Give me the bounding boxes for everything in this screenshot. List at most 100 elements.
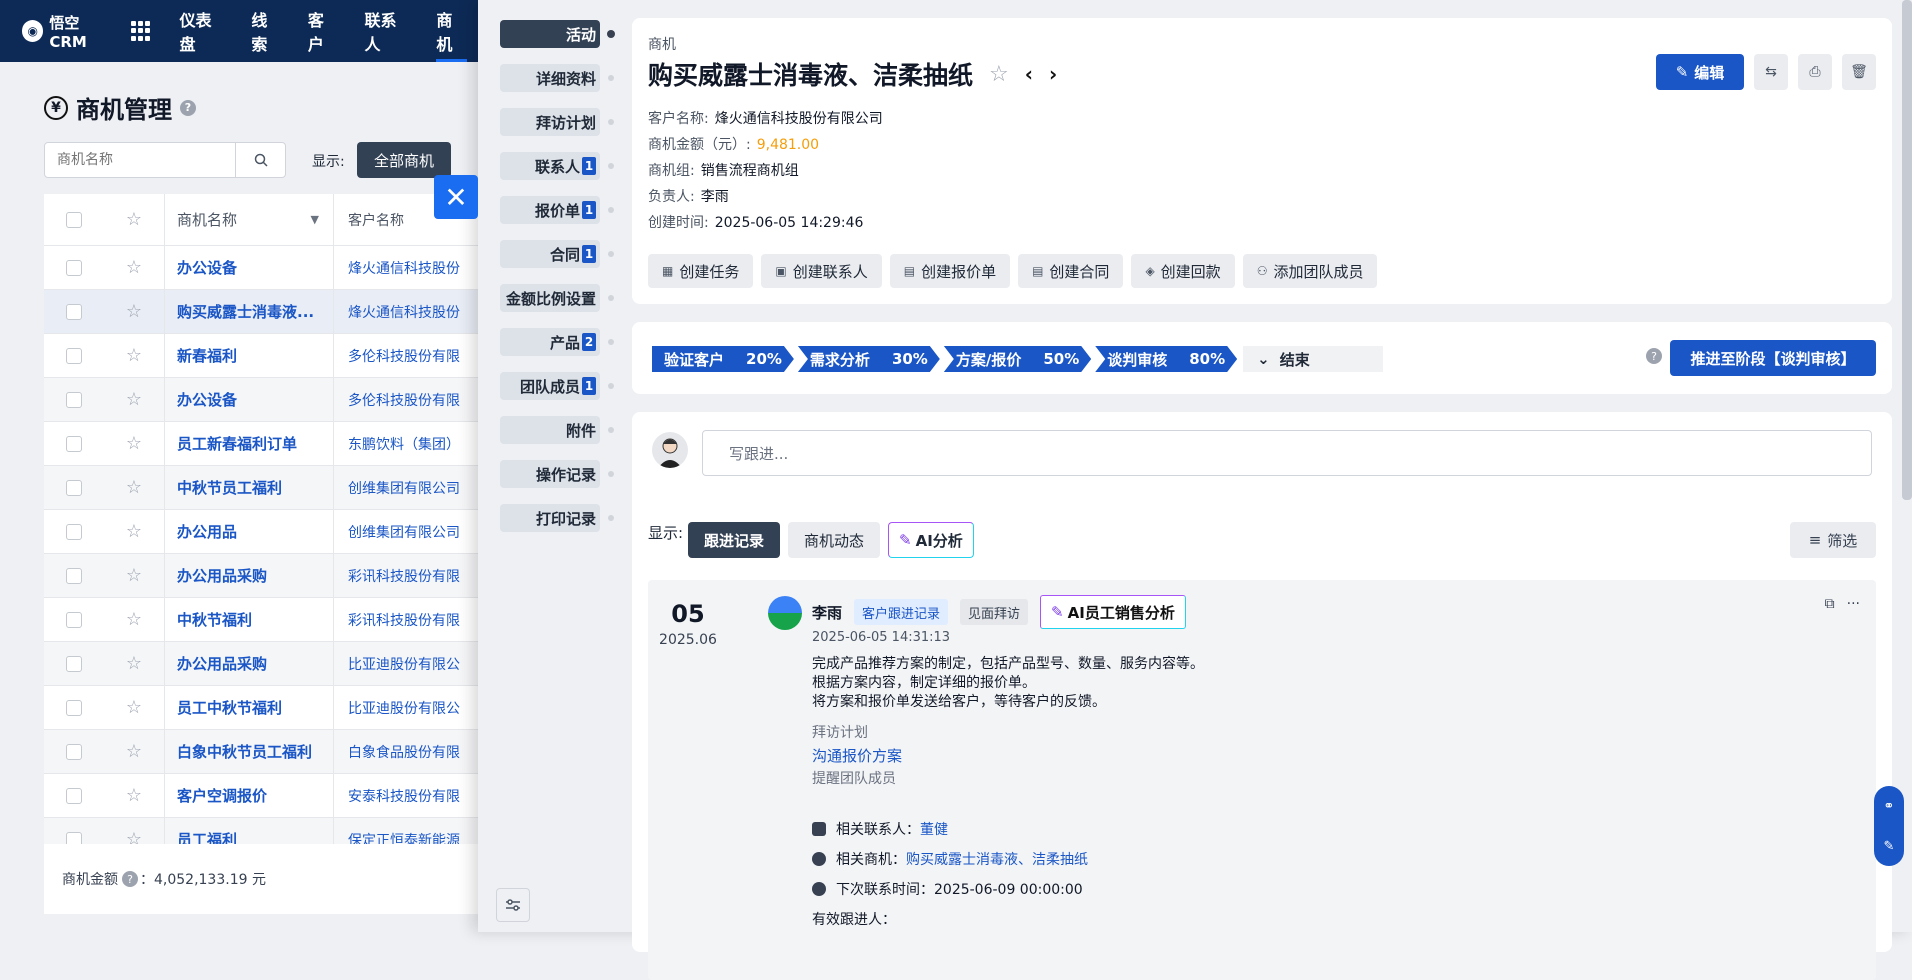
column-header-name[interactable]: 商机名称 ▼ [164,194,334,245]
row-checkbox[interactable] [66,523,82,540]
row-checkbox[interactable] [66,743,82,760]
row-checkbox[interactable] [66,655,82,672]
search-icon[interactable] [235,143,285,177]
related-opportunity-link[interactable]: 购买威露士消毒液、洁柔抽纸 [906,852,1088,868]
advance-stage-button[interactable]: 推进至阶段【谈判审核】 [1670,340,1876,376]
create-contact-button[interactable]: ▣ 创建联系人 [761,254,882,288]
ai-sales-analysis-button[interactable]: ✎ AI员工销售分析 [1040,595,1186,629]
prev-arrow-icon[interactable]: ‹ [1025,62,1033,86]
customer-name-link[interactable]: 烽火通信科技股份 [334,302,480,322]
star-icon[interactable]: ☆ [104,609,164,630]
create-task-button[interactable]: ▦ 创建任务 [648,254,754,288]
customer-name-link[interactable]: 白象食品股份有限 [334,742,480,762]
star-icon[interactable]: ☆ [104,741,164,762]
next-arrow-icon[interactable]: › [1049,62,1057,86]
table-row[interactable]: ☆ 新春福利 多伦科技股份有限 [44,334,480,378]
anchor-item[interactable]: 报价单 1 [500,196,614,224]
tab-opportunity-feed[interactable]: 商机动态 [788,522,881,558]
follow-up-input[interactable]: 写跟进... [702,430,1872,476]
anchor-item[interactable]: 团队成员 1 [500,372,614,400]
table-row[interactable]: ☆ 办公用品 创维集团有限公司 [44,510,480,554]
create-contract-button[interactable]: ▤ 创建合同 [1018,254,1124,288]
anchor-item[interactable]: 合同 1 [500,240,614,268]
table-row[interactable]: ☆ 员工福利 保定正恒泰新能源 [44,818,480,844]
customer-name-link[interactable]: 安泰科技股份有限 [334,786,480,806]
customer-name-link[interactable]: 烽火通信科技股份 [334,258,480,278]
row-checkbox[interactable] [66,787,82,804]
edit-button[interactable]: ✎ 编辑 [1656,54,1744,90]
table-row[interactable]: ☆ 办公设备 多伦科技股份有限 [44,378,480,422]
star-icon[interactable]: ☆ [104,477,164,498]
row-checkbox[interactable] [66,611,82,628]
apps-grid-icon[interactable] [130,21,150,41]
table-row[interactable]: ☆ 办公用品采购 彩讯科技股份有限 [44,554,480,598]
opportunity-name-link[interactable]: 中秋节福利 [164,598,334,641]
app-logo[interactable]: ◉ 悟空CRM [0,12,115,51]
row-checkbox[interactable] [66,391,82,408]
opportunity-name-link[interactable]: 购买威露士消毒液... [164,290,334,333]
row-checkbox[interactable] [66,479,82,496]
anchor-item[interactable]: 操作记录 [500,460,614,488]
anchor-item[interactable]: 活动 [500,20,615,48]
copy-icon[interactable]: ⧉ [1825,596,1835,612]
table-row[interactable]: ☆ 员工中秋节福利 比亚迪股份有限公 [44,686,480,730]
star-icon[interactable]: ☆ [104,653,164,674]
customer-name-link[interactable]: 创维集团有限公司 [334,478,480,498]
opportunity-name-link[interactable]: 白象中秋节员工福利 [164,730,334,773]
opportunity-name-link[interactable]: 员工新春福利订单 [164,422,334,465]
star-icon[interactable]: ☆ [104,389,164,410]
table-row[interactable]: ☆ 员工新春福利订单 东鹏饮料（集团） [44,422,480,466]
anchor-item[interactable]: 详细资料 [500,64,614,92]
table-row[interactable]: ☆ 办公用品采购 比亚迪股份有限公 [44,642,480,686]
nav-item-contacts[interactable]: 联系人 [352,0,424,62]
help-icon[interactable]: ? [1646,348,1662,364]
star-icon[interactable]: ☆ [104,565,164,586]
filter-icon[interactable]: ▼ [311,213,319,226]
star-icon[interactable]: ☆ [104,829,164,844]
table-row[interactable]: ☆ 白象中秋节员工福利 白象食品股份有限 [44,730,480,774]
delete-icon[interactable]: 🗑 [1842,54,1876,90]
row-checkbox[interactable] [66,347,82,364]
star-icon[interactable]: ☆ [104,345,164,366]
row-checkbox[interactable] [66,831,82,844]
opportunity-name-link[interactable]: 办公设备 [164,246,334,289]
anchor-item[interactable]: 打印记录 [500,504,614,532]
opportunity-name-link[interactable]: 新春福利 [164,334,334,377]
edit-note-icon[interactable]: ✎ [1884,839,1895,854]
opportunity-name-link[interactable]: 办公设备 [164,378,334,421]
anchor-item[interactable]: 联系人 1 [500,152,614,180]
opportunity-name-link[interactable]: 员工福利 [164,818,334,844]
star-icon[interactable]: ☆ [104,785,164,806]
anchor-item[interactable]: 产品 2 [500,328,614,356]
nav-item-opportunities[interactable]: 商机 [423,0,480,62]
table-row[interactable]: ☆ 购买威露士消毒液... 烽火通信科技股份 [44,290,480,334]
anchor-item[interactable]: 拜访计划 [500,108,614,136]
help-icon[interactable]: ? [180,99,196,116]
filter-button[interactable]: ≡ 筛选 [1790,522,1876,558]
nav-item-leads[interactable]: 线索 [238,0,295,62]
row-checkbox[interactable] [66,303,82,320]
customer-name-link[interactable]: 多伦科技股份有限 [334,390,480,410]
stage-item[interactable]: 谈判审核 80% [1095,346,1237,372]
star-icon[interactable]: ☆ [989,62,1009,87]
opportunity-name-link[interactable]: 办公用品采购 [164,554,334,597]
settings-sliders-icon[interactable] [496,888,530,922]
search-input[interactable] [45,143,235,177]
table-row[interactable]: ☆ 中秋节员工福利 创维集团有限公司 [44,466,480,510]
nav-item-customers[interactable]: 客户 [295,0,352,62]
opportunity-name-link[interactable]: 办公用品采购 [164,642,334,685]
stage-item[interactable]: 方案/报价 50% [944,346,1091,372]
anchor-item[interactable]: 附件 [500,416,614,444]
customer-name-link[interactable]: 彩讯科技股份有限 [334,610,480,630]
star-icon[interactable]: ☆ [104,257,164,278]
transfer-icon[interactable]: ⇆ [1754,54,1788,90]
help-icon[interactable]: ? [122,871,138,887]
tab-ai-analysis[interactable]: ✎ AI分析 [888,522,974,558]
close-panel-button[interactable]: ✕ [434,175,478,219]
stage-end[interactable]: ⌄ 结束 [1243,346,1384,372]
create-payment-button[interactable]: ◈ 创建回款 [1131,254,1235,288]
stage-item[interactable]: 验证客户 20% [652,346,794,372]
opportunity-name-link[interactable]: 员工中秋节福利 [164,686,334,729]
customer-name-link[interactable]: 保定正恒泰新能源 [334,830,480,845]
row-checkbox[interactable] [66,435,82,452]
